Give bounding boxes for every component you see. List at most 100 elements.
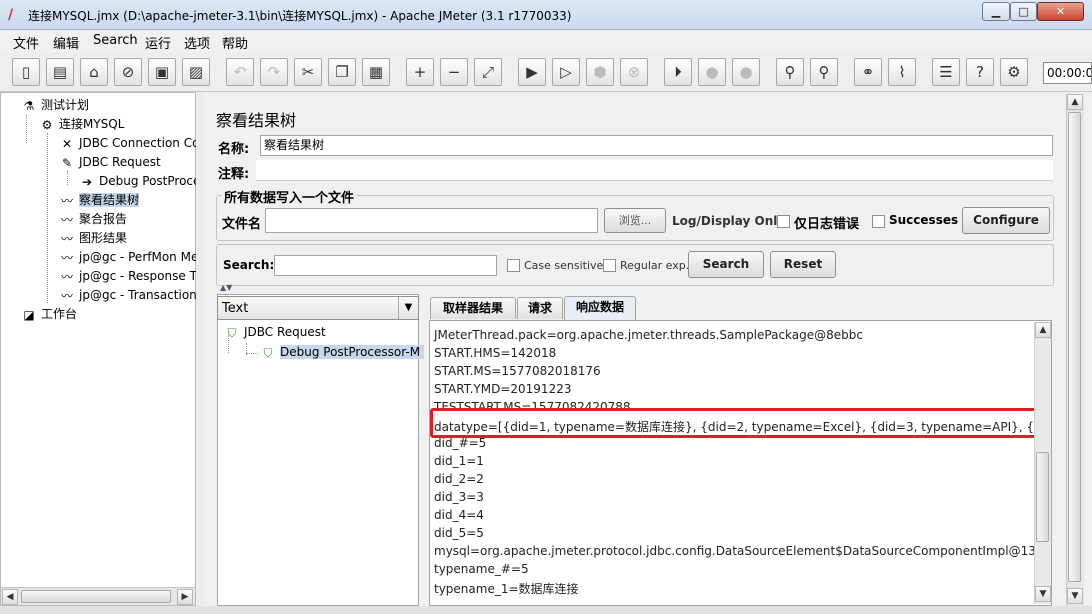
- remote-shutdown-icon[interactable]: ●: [732, 58, 760, 86]
- tree-item-transactions[interactable]: 〰 jp@gc - Transactions: [59, 286, 203, 304]
- tree-item-aggregate-report[interactable]: 〰聚合报告: [59, 210, 127, 228]
- search-input[interactable]: [274, 255, 497, 276]
- menu-help[interactable]: 帮助: [222, 33, 248, 52]
- redo-icon[interactable]: ↷: [260, 58, 288, 86]
- save-icon[interactable]: ▣: [148, 58, 176, 86]
- paste-icon[interactable]: ▦: [362, 58, 390, 86]
- flask-icon: ⚗: [23, 98, 35, 113]
- save-as-icon[interactable]: ▨: [182, 58, 210, 86]
- scroll-up-arrow-icon[interactable]: ▲: [1067, 94, 1083, 110]
- menu-options[interactable]: 选项: [184, 33, 210, 52]
- tree-item-perfmon[interactable]: 〰 jp@gc - PerfMon Met: [59, 248, 203, 266]
- search-button[interactable]: Search: [688, 251, 764, 278]
- toggle-icon[interactable]: ⤢: [474, 58, 502, 86]
- response-line: typename_#=5: [434, 562, 529, 576]
- tree-item-graph-results[interactable]: 〰图形结果: [59, 229, 127, 247]
- renderer-select[interactable]: Text ▼: [217, 296, 419, 320]
- panel-scroll-thumb[interactable]: [1068, 112, 1081, 582]
- new-icon[interactable]: ▯: [12, 58, 40, 86]
- name-field[interactable]: 察看结果树: [260, 135, 1053, 156]
- browse-button[interactable]: 浏览...: [604, 208, 666, 233]
- stop-icon[interactable]: ⬢: [586, 58, 614, 86]
- collapse-icon[interactable]: −: [440, 58, 468, 86]
- minimize-button[interactable]: ▁: [982, 2, 1010, 21]
- tab-sampler-result[interactable]: 取样器结果: [430, 297, 516, 319]
- window-title-bar: / 连接MYSQL.jmx (D:\apache-jmeter-3.1\bin\…: [0, 0, 1092, 30]
- regex-checkbox[interactable]: [603, 259, 616, 272]
- shutdown-icon[interactable]: ⊗: [620, 58, 648, 86]
- close-file-icon[interactable]: ⊘: [114, 58, 142, 86]
- menu-edit[interactable]: 编辑: [53, 33, 79, 52]
- response-line: typename_1=数据库连接: [434, 582, 579, 596]
- case-sensitive-checkbox[interactable]: [507, 259, 520, 272]
- reset-button[interactable]: Reset: [770, 251, 836, 278]
- result-node-debug-postprocessor[interactable]: ⛉ Debug PostProcessor-M: [260, 343, 425, 361]
- sampler-result-tree: ⛉ JDBC Request ⛉ Debug PostProcessor-M: [217, 294, 425, 606]
- scroll-down-arrow-icon[interactable]: ▼: [1067, 588, 1083, 604]
- tree-horizontal-scrollbar[interactable]: ◀ ▶: [1, 587, 195, 605]
- tree-item-debug-postprocessor[interactable]: ➔ Debug PostProce: [79, 172, 200, 190]
- open-icon[interactable]: ⌂: [80, 58, 108, 86]
- page-title: 察看结果树: [216, 111, 297, 130]
- scroll-up-arrow-icon[interactable]: ▲: [1035, 322, 1051, 338]
- tree-item-view-results-tree[interactable]: 〰察看结果树: [59, 191, 140, 209]
- tab-response-data[interactable]: 响应数据: [564, 296, 636, 320]
- configure-button[interactable]: Configure: [962, 207, 1050, 234]
- tree-item-jdbc-connection[interactable]: ✕ JDBC Connection Co: [59, 134, 199, 152]
- expand-icon[interactable]: +: [406, 58, 434, 86]
- chevron-down-icon[interactable]: ▼: [398, 297, 418, 319]
- split-pane-divider[interactable]: [196, 92, 204, 606]
- scroll-left-arrow-icon[interactable]: ◀: [2, 589, 18, 605]
- scroll-down-arrow-icon[interactable]: ▼: [1035, 586, 1051, 602]
- undo-icon[interactable]: ↶: [226, 58, 254, 86]
- pipette-icon: ✎: [61, 155, 73, 170]
- response-line: did_4=4: [434, 508, 484, 522]
- panel-vertical-scrollbar[interactable]: ▲ ▼: [1066, 94, 1084, 606]
- menu-run[interactable]: 运行: [145, 33, 171, 52]
- response-line: did_5=5: [434, 526, 484, 540]
- response-line: START.MS=1577082018176: [434, 364, 601, 378]
- chart-icon: 〰: [60, 231, 73, 246]
- clear-all-icon[interactable]: ⚲: [810, 58, 838, 86]
- response-vertical-scrollbar[interactable]: ▲ ▼: [1034, 322, 1051, 604]
- templates-icon[interactable]: ▤: [46, 58, 74, 86]
- response-line: JMeterThread.pack=org.apache.jmeter.thre…: [434, 328, 863, 342]
- close-button[interactable]: ✕: [1037, 2, 1084, 21]
- comment-field[interactable]: [256, 160, 1053, 181]
- response-scroll-thumb[interactable]: [1036, 452, 1049, 542]
- filename-input[interactable]: [265, 208, 598, 233]
- start-icon[interactable]: ▶: [518, 58, 546, 86]
- menu-search[interactable]: Search: [93, 33, 138, 48]
- copy-icon[interactable]: ❐: [328, 58, 356, 86]
- menu-file[interactable]: 文件: [13, 33, 39, 52]
- help-icon[interactable]: ?: [966, 58, 994, 86]
- remote-stop-icon[interactable]: ●: [698, 58, 726, 86]
- arrow-icon: ➔: [81, 174, 93, 189]
- function-helper-icon[interactable]: ☰: [932, 58, 960, 86]
- reset-search-icon[interactable]: ⌇: [888, 58, 916, 86]
- tab-request[interactable]: 请求: [517, 297, 563, 319]
- tree-scroll-thumb[interactable]: [21, 590, 171, 603]
- regex-label: Regular exp.: [620, 259, 690, 272]
- cut-icon[interactable]: ✂: [294, 58, 322, 86]
- errors-only-checkbox[interactable]: [777, 215, 790, 228]
- successes-checkbox[interactable]: [872, 215, 885, 228]
- write-file-group-title: 所有数据写入一个文件: [222, 187, 357, 206]
- remote-start-icon[interactable]: ⏵: [664, 58, 692, 86]
- find-icon[interactable]: ⚭: [854, 58, 882, 86]
- tree-item-test-plan[interactable]: ⚗ 测试计划: [21, 96, 89, 114]
- tree-item-jdbc-request[interactable]: ✎ JDBC Request: [59, 153, 161, 171]
- tree-item-thread-group[interactable]: ⚙ 连接MYSQL: [39, 115, 125, 133]
- elapsed-timer: 00:00:0: [1043, 62, 1092, 84]
- result-node-jdbc-request[interactable]: ⛉ JDBC Request: [224, 323, 325, 341]
- success-shield-icon: ⛉: [263, 345, 273, 360]
- collapse-arrows-icon[interactable]: ▲▼: [220, 283, 232, 292]
- clear-icon[interactable]: ⚲: [776, 58, 804, 86]
- log-viewer-icon[interactable]: ⚙: [1000, 58, 1028, 86]
- tree-item-response-times[interactable]: 〰 jp@gc - Response T: [59, 267, 197, 285]
- start-no-pause-icon[interactable]: ▷: [552, 58, 580, 86]
- scroll-right-arrow-icon[interactable]: ▶: [177, 589, 193, 605]
- maximize-button[interactable]: □: [1010, 2, 1037, 21]
- response-data-text[interactable]: JMeterThread.pack=org.apache.jmeter.thre…: [429, 320, 1052, 606]
- tree-item-workbench[interactable]: ◪ 工作台: [21, 305, 77, 323]
